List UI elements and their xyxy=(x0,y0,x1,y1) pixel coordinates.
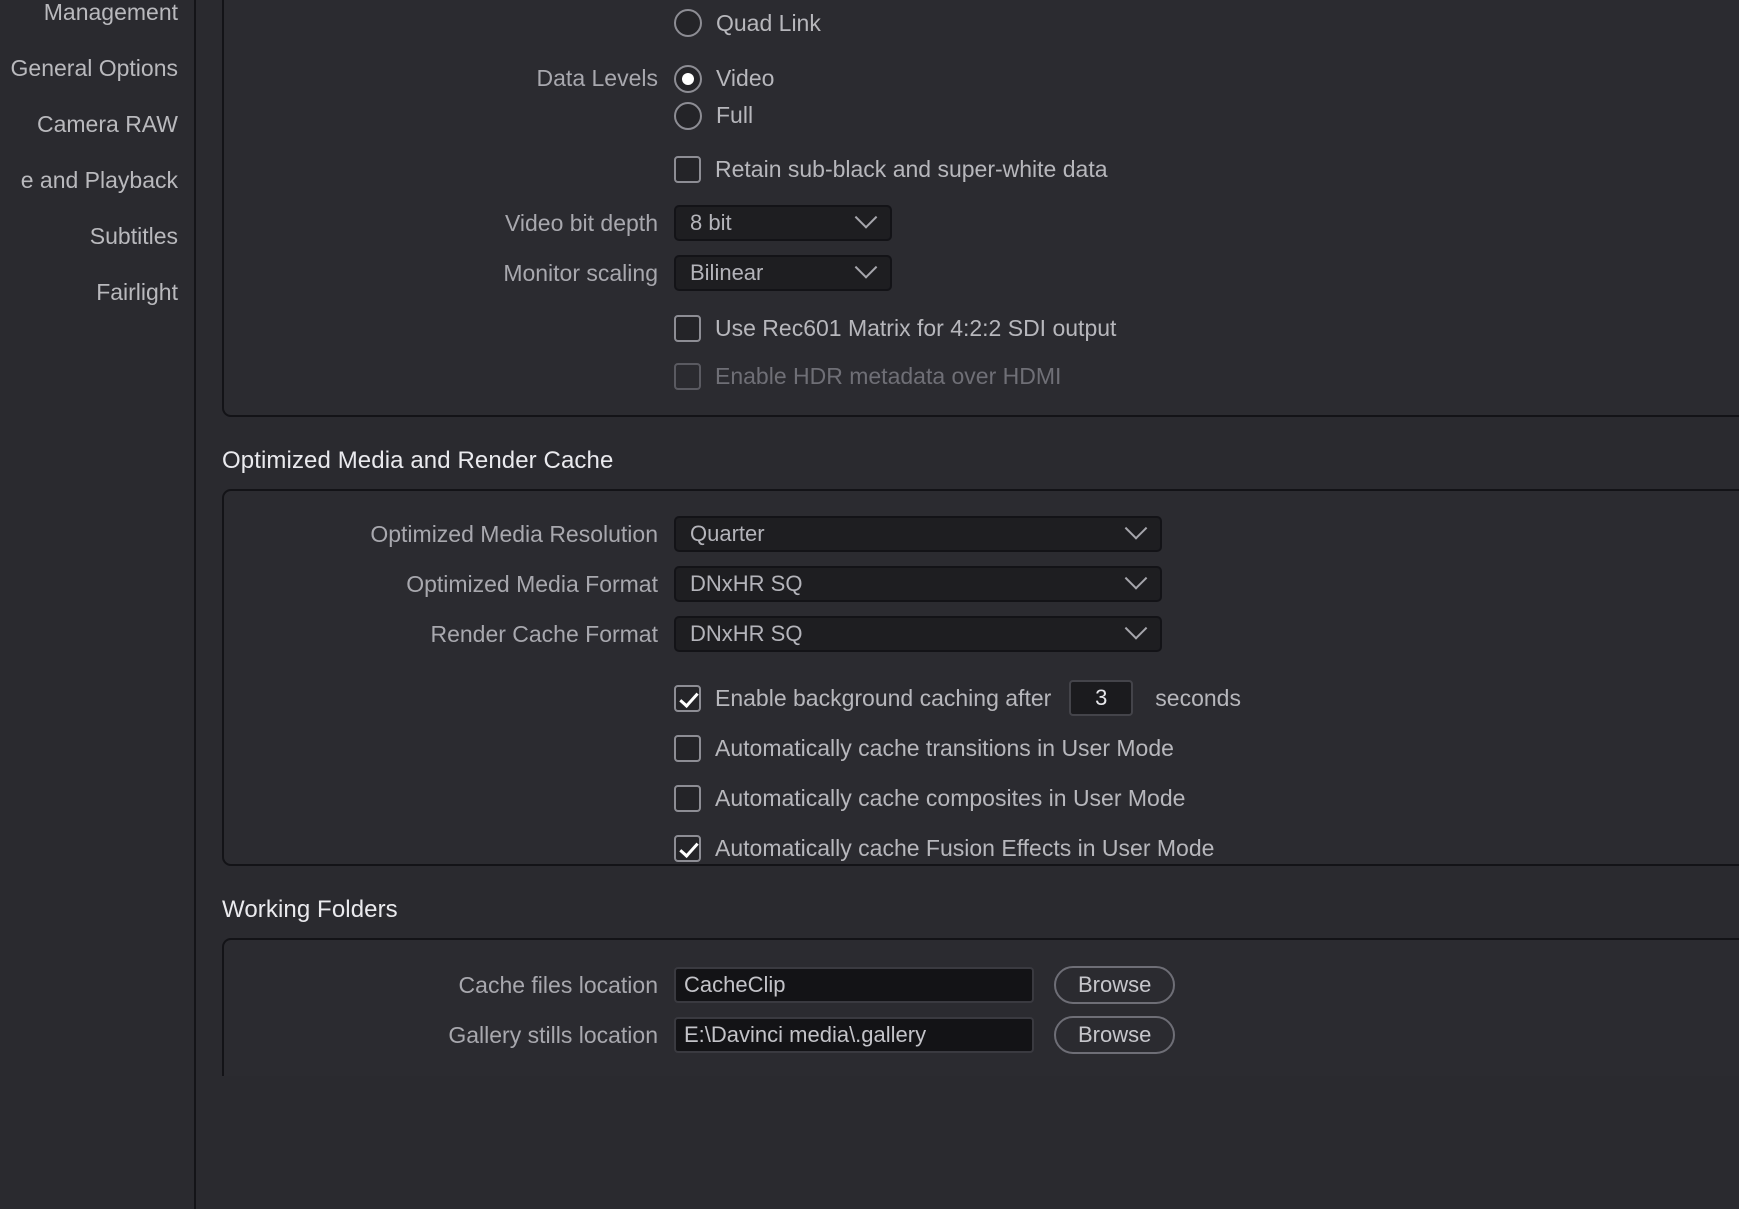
cache-files-location-label: Cache files location xyxy=(458,971,658,998)
row-monitor-scaling: Monitor scaling Bilinear xyxy=(224,248,1739,298)
rec601-matrix-label: Use Rec601 Matrix for 4:2:2 SDI output xyxy=(715,315,1117,341)
cache-files-browse-button[interactable]: Browse xyxy=(1054,966,1176,1004)
data-levels-full-radio[interactable] xyxy=(674,101,702,130)
sidebar-item-list: Management General Options Camera RAW e … xyxy=(0,0,178,320)
cache-fusion-effects-checkbox[interactable] xyxy=(674,834,701,862)
monitor-scaling-value: Bilinear xyxy=(690,260,764,285)
background-caching-label: Enable background caching after xyxy=(715,684,1052,711)
video-bit-depth-value: 8 bit xyxy=(690,210,732,235)
chevron-down-icon xyxy=(854,256,878,279)
data-levels-video-radio[interactable] xyxy=(674,64,702,93)
master-settings-panel: Quad Link Data Levels Video Full Retain … xyxy=(222,0,1739,417)
cache-files-location-input[interactable]: CacheClip xyxy=(674,967,1034,1003)
sidebar-item-capture-and-playback[interactable]: e and Playback xyxy=(0,152,178,208)
data-levels-full-label: Full xyxy=(716,102,754,128)
background-caching-unit-label: seconds xyxy=(1155,684,1241,711)
retain-subblack-checkbox[interactable] xyxy=(674,155,701,183)
hdr-metadata-label: Enable HDR metadata over HDMI xyxy=(715,362,1062,389)
gallery-stills-location-label: Gallery stills location xyxy=(448,1021,658,1048)
sidebar-item-fairlight[interactable]: Fairlight xyxy=(0,264,178,320)
gallery-stills-location-input[interactable]: E:\Davinci media\.gallery xyxy=(674,1017,1034,1053)
row-optimized-media-resolution: Optimized Media Resolution Quarter xyxy=(224,509,1739,559)
optimized-media-resolution-dropdown[interactable]: Quarter xyxy=(674,516,1162,552)
hdr-metadata-checkbox xyxy=(674,362,701,390)
sidebar-item-management[interactable]: Management xyxy=(0,0,178,40)
render-cache-format-value: DNxHR SQ xyxy=(690,621,803,646)
row-video-bit-depth: Video bit depth 8 bit xyxy=(224,198,1739,248)
optimized-media-format-value: DNxHR SQ xyxy=(690,571,803,596)
row-cache-fusion-effects: Automatically cache Fusion Effects in Us… xyxy=(224,823,1739,873)
preferences-window: Management General Options Camera RAW e … xyxy=(0,0,1739,1209)
optimized-media-format-dropdown[interactable]: DNxHR SQ xyxy=(674,566,1162,602)
video-bit-depth-dropdown[interactable]: 8 bit xyxy=(674,205,892,241)
optimized-media-resolution-label: Optimized Media Resolution xyxy=(370,520,658,547)
video-bit-depth-label: Video bit depth xyxy=(504,209,658,236)
row-hdr-metadata: Enable HDR metadata over HDMI xyxy=(224,351,1739,401)
sidebar-nav: Management General Options Camera RAW e … xyxy=(0,0,196,1209)
gallery-stills-browse-button[interactable]: Browse xyxy=(1054,1016,1176,1054)
render-cache-format-dropdown[interactable]: DNxHR SQ xyxy=(674,616,1162,652)
cache-fusion-effects-label: Automatically cache Fusion Effects in Us… xyxy=(715,834,1215,861)
working-folders-heading: Working Folders xyxy=(222,896,398,923)
row-rec601-matrix: Use Rec601 Matrix for 4:2:2 SDI output xyxy=(224,306,1739,351)
optimized-media-resolution-value: Quarter xyxy=(690,521,765,546)
data-levels-video-label: Video xyxy=(716,65,775,91)
gallery-stills-location-value: E:\Davinci media\.gallery xyxy=(684,1022,927,1047)
chevron-down-icon xyxy=(1124,517,1148,540)
cache-transitions-checkbox[interactable] xyxy=(674,734,701,762)
background-caching-seconds-value: 3 xyxy=(1095,685,1108,710)
optimized-media-format-label: Optimized Media Format xyxy=(406,570,658,597)
row-retain-subblack: Retain sub-black and super-white data xyxy=(224,148,1739,190)
optimized-media-panel: Optimized Media Resolution Quarter Optim… xyxy=(222,489,1739,866)
row-background-caching: Enable background caching after 3 second… xyxy=(224,673,1739,723)
row-optimized-media-format: Optimized Media Format DNxHR SQ xyxy=(224,559,1739,609)
row-data-levels-video: Data Levels Video xyxy=(224,60,1739,97)
sidebar-item-general-options[interactable]: General Options xyxy=(0,40,178,96)
background-caching-seconds-input[interactable]: 3 xyxy=(1069,680,1134,716)
cache-composites-label: Automatically cache composites in User M… xyxy=(715,784,1186,811)
row-render-cache-format: Render Cache Format DNxHR SQ xyxy=(224,609,1739,659)
quad-link-radio[interactable] xyxy=(674,9,702,37)
row-cache-composites: Automatically cache composites in User M… xyxy=(224,773,1739,823)
monitor-scaling-label: Monitor scaling xyxy=(503,259,658,286)
render-cache-format-label: Render Cache Format xyxy=(430,620,658,647)
row-quad-link: Quad Link xyxy=(224,0,1739,46)
sidebar-item-camera-raw[interactable]: Camera RAW xyxy=(0,96,178,152)
row-data-levels-full: Full xyxy=(224,97,1739,134)
row-cache-transitions: Automatically cache transitions in User … xyxy=(224,723,1739,773)
data-levels-label: Data Levels xyxy=(536,65,658,91)
row-cache-files-location: Cache files location CacheClip Browse xyxy=(224,960,1739,1010)
chevron-down-icon xyxy=(1124,617,1148,640)
settings-content: Quad Link Data Levels Video Full Retain … xyxy=(198,0,1739,1209)
optimized-media-heading: Optimized Media and Render Cache xyxy=(222,447,614,474)
cache-composites-checkbox[interactable] xyxy=(674,784,701,812)
rec601-matrix-checkbox[interactable] xyxy=(674,315,701,342)
sidebar-item-subtitles[interactable]: Subtitles xyxy=(0,208,178,264)
background-caching-checkbox[interactable] xyxy=(674,684,701,712)
monitor-scaling-dropdown[interactable]: Bilinear xyxy=(674,255,892,291)
cache-files-location-value: CacheClip xyxy=(684,972,786,997)
quad-link-label: Quad Link xyxy=(716,9,821,36)
working-folders-panel: Cache files location CacheClip Browse Ga… xyxy=(222,938,1739,1076)
cache-transitions-label: Automatically cache transitions in User … xyxy=(715,734,1174,761)
chevron-down-icon xyxy=(1124,567,1148,590)
chevron-down-icon xyxy=(854,206,878,229)
row-gallery-stills-location: Gallery stills location E:\Davinci media… xyxy=(224,1010,1739,1060)
retain-subblack-label: Retain sub-black and super-white data xyxy=(715,155,1108,182)
